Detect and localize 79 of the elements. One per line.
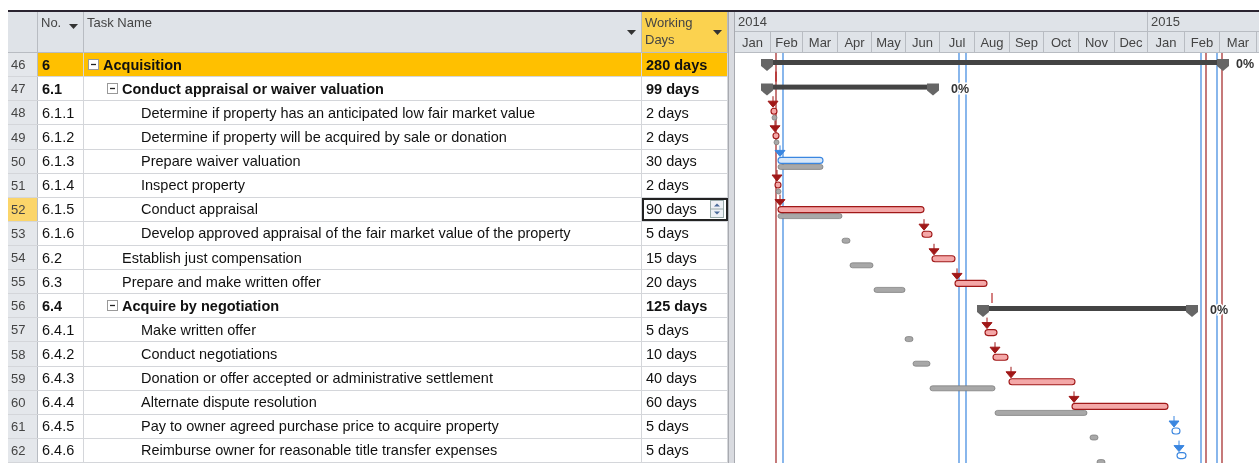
wbs-cell: 6.1.5 — [38, 197, 84, 221]
task-name: Donation or offer accepted or administrative settlement — [141, 370, 493, 387]
month-label: Mar — [1220, 32, 1257, 52]
task-name: Develop approved appraisal of the fair market value of the property — [141, 225, 571, 242]
month-label: Jul — [940, 32, 975, 52]
wbs-cell: 6.4.1 — [38, 318, 84, 342]
wbs-cell: 6.4.3 — [38, 366, 84, 390]
month-label: Sep — [1010, 32, 1044, 52]
wbs-cell: 6.4 — [38, 294, 84, 318]
row-number[interactable]: 60 — [8, 390, 38, 414]
task-name: Conduct appraisal or waiver valuation — [122, 80, 384, 97]
task-name: Reimburse owner for reasonable title transfer expenses — [141, 442, 498, 459]
column-header[interactable]: No. — [38, 12, 84, 53]
month-label: Jun — [906, 32, 940, 52]
row-number[interactable]: 46 — [8, 53, 38, 77]
row-number[interactable]: 52 — [8, 197, 38, 221]
task-name: Conduct negotiations — [141, 346, 278, 362]
row-number[interactable]: 62 — [8, 438, 38, 462]
month-label: Dec — [1115, 32, 1148, 52]
wbs-cell: 6.1.3 — [38, 149, 84, 173]
row-number[interactable]: 50 — [8, 149, 38, 173]
row-number[interactable]: 55 — [8, 270, 38, 294]
task-name: Pay to owner agreed purchase price to acquire property — [141, 418, 499, 435]
row-number[interactable]: 56 — [8, 294, 38, 318]
progress-label: 0% — [1236, 57, 1255, 71]
dropdown-arrow-icon[interactable] — [69, 24, 78, 29]
row-number[interactable]: 57 — [8, 318, 38, 342]
row-number[interactable]: 54 — [8, 246, 38, 270]
wbs-cell: 6.1.1 — [38, 101, 84, 125]
collapse-icon[interactable] — [107, 300, 118, 312]
collapse-icon[interactable] — [107, 83, 118, 95]
row-number[interactable]: 53 — [8, 221, 38, 246]
wbs-cell: 6.4.5 — [38, 414, 84, 438]
month-label: Jan — [735, 32, 771, 52]
wbs-cell: 6.4.2 — [38, 342, 84, 366]
wbs-cell: 6.1.2 — [38, 125, 84, 149]
month-label: Jan — [1148, 32, 1185, 52]
task-name: Conduct appraisal — [141, 201, 258, 218]
wbs-cell: 6.4.6 — [38, 438, 84, 462]
row-number[interactable]: 61 — [8, 414, 38, 438]
wbs-cell: 6.1.4 — [38, 173, 84, 197]
row-number[interactable]: 48 — [8, 101, 38, 125]
task-name: Alternate dispute resolution — [141, 394, 317, 411]
wbs-cell: 6.1 — [38, 77, 84, 101]
row-number[interactable]: 47 — [8, 77, 38, 101]
duration-cell: 280 days — [642, 53, 728, 77]
month-label: Apr — [838, 32, 872, 52]
task-name: Establish just compensation — [122, 249, 302, 266]
row-number[interactable]: 49 — [8, 125, 38, 149]
dropdown-arrow-icon[interactable] — [713, 30, 722, 35]
task-name: Determine if property will be acquired by sale or donation — [141, 129, 507, 146]
year-label: 2014 — [735, 12, 1148, 31]
task-name: Inspect property — [141, 177, 245, 194]
month-label: May — [872, 32, 906, 52]
wbs-cell: 6.1.6 — [38, 221, 84, 246]
task-name: Prepare and make written offer — [122, 273, 321, 290]
task-name: Acquisition — [103, 56, 182, 73]
month-label: Feb — [1185, 32, 1220, 52]
task-name: Prepare waiver valuation — [141, 153, 301, 170]
month-label: Aug — [975, 32, 1010, 52]
column-header[interactable]: Working Days — [642, 12, 728, 53]
dropdown-arrow-icon[interactable] — [627, 30, 636, 35]
month-label: Oct — [1044, 32, 1079, 52]
task-name: Determine if property has an anticipated low fair market value — [141, 104, 536, 121]
row-number[interactable]: 59 — [8, 366, 38, 390]
wbs-cell: 6.2 — [38, 246, 84, 270]
wbs-cell: 6.3 — [38, 270, 84, 294]
wbs-cell: 6 — [38, 53, 84, 77]
year-label: 2015 — [1148, 12, 1259, 31]
collapse-icon[interactable] — [88, 59, 99, 71]
row-number[interactable]: 51 — [8, 173, 38, 197]
task-name: Acquire by negotiation — [122, 297, 280, 314]
month-label: Mar — [803, 32, 838, 52]
month-label: Feb — [771, 32, 803, 52]
month-label: Nov — [1079, 32, 1115, 52]
wbs-cell: 6.4.4 — [38, 390, 84, 414]
task-name: Make written offer — [141, 321, 256, 338]
spinner-icon[interactable] — [710, 200, 724, 219]
row-number[interactable]: 58 — [8, 342, 38, 366]
